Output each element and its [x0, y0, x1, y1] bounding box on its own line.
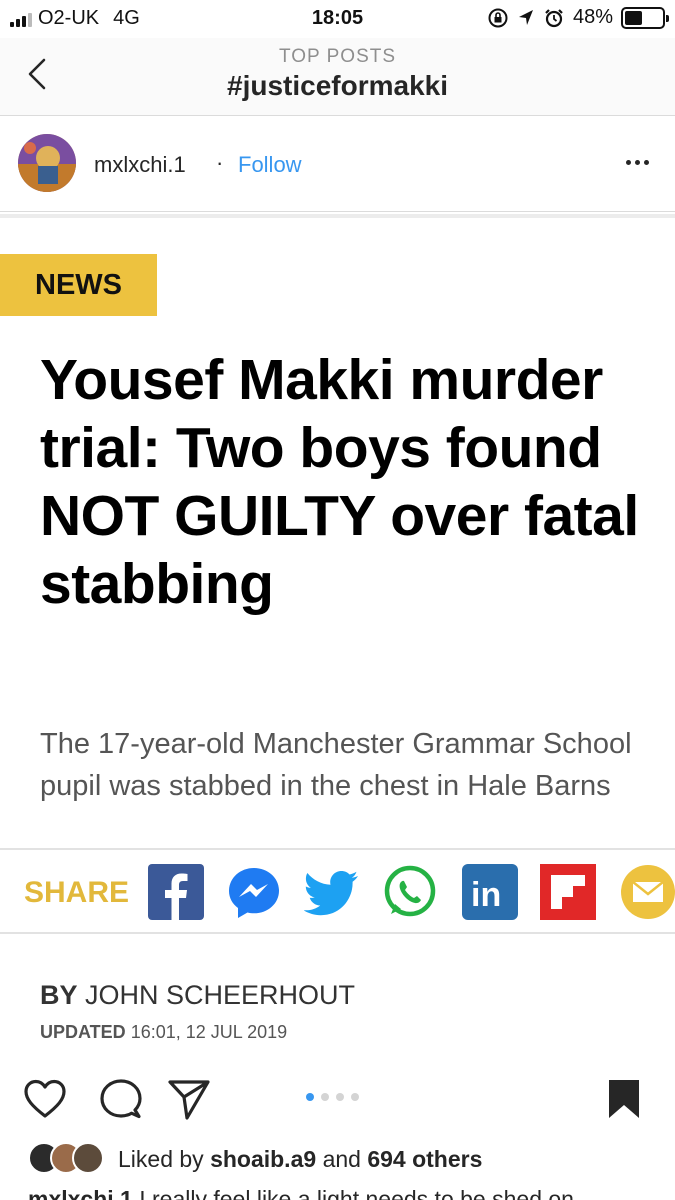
location-icon [518, 9, 533, 25]
caption-text: I really feel like a light needs to be s… [139, 1186, 574, 1200]
svg-text:in: in [471, 876, 501, 914]
liked-by-others[interactable]: 694 others [367, 1146, 482, 1173]
carousel-dot [351, 1093, 359, 1101]
carousel-dot [306, 1093, 314, 1101]
liker-avatar [72, 1142, 104, 1174]
heart-icon[interactable] [22, 1076, 68, 1122]
news-tag: NEWS [0, 254, 157, 316]
status-bar: O2-UK 4G 18:05 48% [0, 0, 675, 38]
whatsapp-icon [384, 865, 436, 917]
article-updated: UPDATED 16:01, 12 JUL 2019 [40, 1022, 287, 1043]
battery-percent: 48% [572, 6, 613, 28]
liked-by-user[interactable]: shoaib.a9 [210, 1146, 316, 1173]
more-options-icon[interactable] [626, 160, 649, 165]
carousel-indicator [306, 1093, 359, 1101]
nav-header: TOP POSTS #justiceformakki [0, 38, 675, 116]
messenger-icon [229, 868, 279, 918]
post-username[interactable]: mxlxchi.1 [94, 152, 186, 178]
twitter-icon [304, 871, 358, 916]
battery-icon [621, 6, 669, 29]
liked-by-prefix: Liked by [118, 1145, 204, 1172]
page-title: #justiceformakki [227, 70, 448, 101]
liked-by-joiner: and [322, 1145, 361, 1172]
liker-avatars[interactable] [28, 1142, 108, 1176]
alarm-icon [545, 8, 563, 27]
article-byline: BY JOHN SCHEERHOUT [40, 980, 355, 1011]
share-row: SHARE in [0, 848, 675, 934]
separator-dot: · [216, 150, 224, 175]
author-name: JOHN SCHEERHOUT [85, 980, 356, 1010]
post-header: mxlxchi.1 · Follow [0, 116, 675, 212]
updated-value: 16:01, 12 JUL 2019 [130, 1022, 288, 1042]
caption-username[interactable]: mxlxchi.1 [28, 1186, 133, 1200]
status-right: 48% [487, 6, 669, 29]
battery-fill [625, 10, 643, 25]
article-headline: Yousef Makki murder trial: Two boys foun… [40, 348, 639, 616]
likes-row: Liked by shoaib.a9 and 694 others [28, 1138, 482, 1180]
updated-label: UPDATED [40, 1022, 126, 1042]
bookmark-icon[interactable] [601, 1076, 647, 1122]
direct-share-icon[interactable] [166, 1076, 212, 1122]
rotation-lock-icon [488, 8, 508, 27]
flipboard-icon [540, 864, 596, 920]
facebook-icon [148, 864, 204, 920]
comment-icon[interactable] [98, 1076, 144, 1122]
email-icon [621, 865, 675, 919]
linkedin-icon: in [462, 864, 518, 920]
action-bar [0, 1066, 675, 1132]
by-label: BY [40, 980, 78, 1010]
carousel-dot [336, 1093, 344, 1101]
avatar[interactable] [18, 134, 76, 192]
post-caption: mxlxchi.1 I really feel like a light nee… [28, 1186, 668, 1200]
carousel-dot [321, 1093, 329, 1101]
post-image[interactable]: NEWS Yousef Makki murder trial: Two boys… [0, 214, 675, 1062]
follow-button[interactable]: Follow [238, 152, 302, 178]
article-dek: The 17-year-old Manchester Grammar Schoo… [40, 728, 632, 802]
share-label: SHARE [24, 876, 130, 909]
nav-subtitle: TOP POSTS [278, 46, 397, 67]
avatar-image [18, 134, 76, 192]
